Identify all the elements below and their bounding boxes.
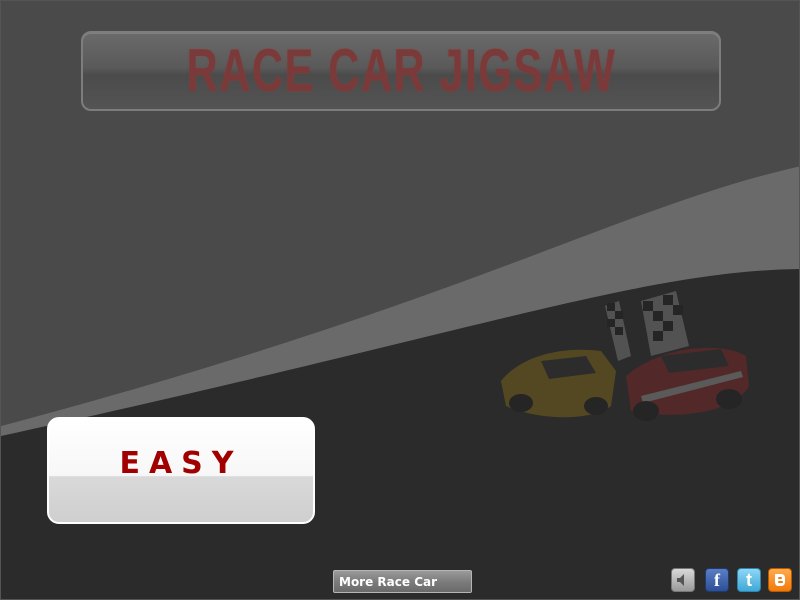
red-car-icon <box>626 347 749 421</box>
facebook-icon: f <box>714 569 720 590</box>
twitter-share-button[interactable]: t <box>737 568 761 592</box>
game-title: RACE CAR JIGSAW <box>186 37 616 104</box>
game-stage: RACE CAR JIGSAW EASY More Race Car f t <box>0 0 800 600</box>
checkered-flag-icon <box>605 291 689 361</box>
blogger-icon <box>775 574 785 586</box>
speaker-icon <box>677 574 684 586</box>
yellow-car-icon <box>501 349 616 418</box>
twitter-icon: t <box>746 569 752 590</box>
blogger-share-button[interactable] <box>768 568 792 592</box>
sound-toggle-button[interactable] <box>671 568 695 592</box>
easy-difficulty-button[interactable]: EASY <box>47 417 315 524</box>
race-cars-illustration <box>501 291 749 421</box>
easy-difficulty-label: EASY <box>119 446 243 481</box>
title-banner: RACE CAR JIGSAW <box>81 31 721 111</box>
more-race-car-label: More Race Car <box>339 574 438 589</box>
facebook-share-button[interactable]: f <box>705 568 729 592</box>
more-race-car-button[interactable]: More Race Car <box>333 570 472 593</box>
